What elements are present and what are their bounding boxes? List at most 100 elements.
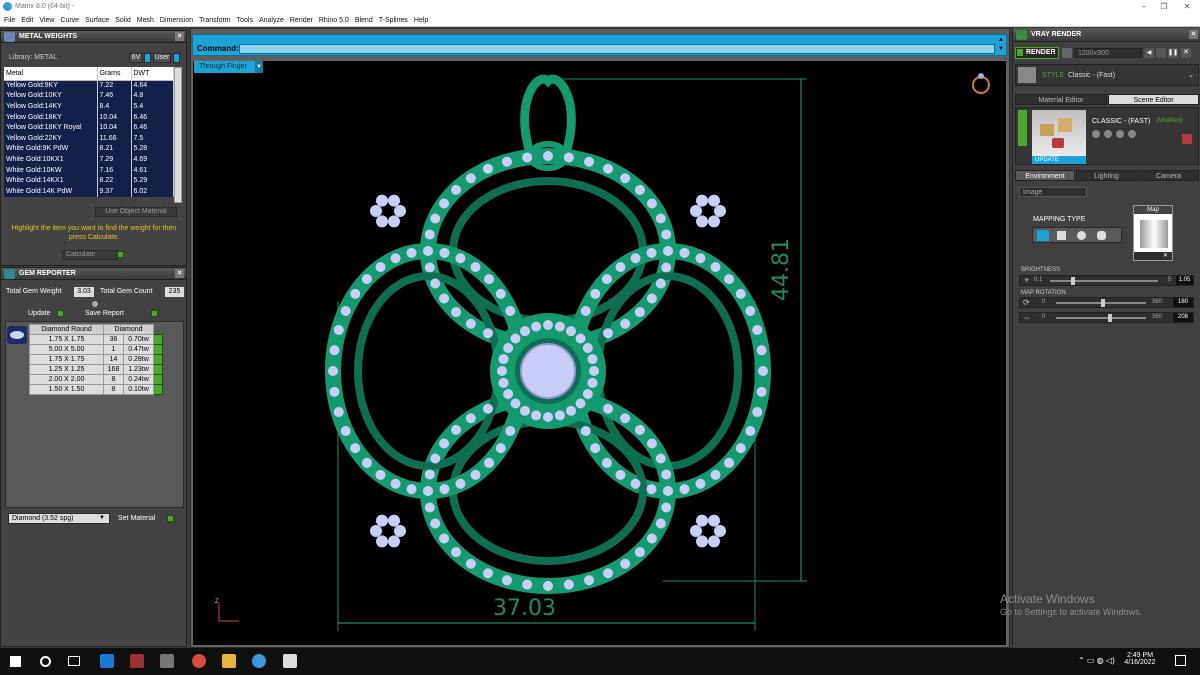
ring-view-icon[interactable]: [969, 71, 993, 95]
resolution-field[interactable]: 1200x900: [1074, 48, 1142, 58]
matrix-app-icon[interactable]: [252, 654, 266, 668]
table-row[interactable]: White Gold:14KX1 8.22 5.29: [4, 175, 174, 186]
preset-action-icon[interactable]: [1092, 130, 1100, 138]
menu-tsplines[interactable]: T-Splines: [376, 14, 411, 27]
table-row[interactable]: White Gold:10KW 7.16 4.61: [4, 164, 174, 176]
menu-dimension[interactable]: Dimension: [157, 14, 196, 27]
environment-select[interactable]: Image: [1019, 187, 1087, 197]
close-button[interactable]: ✕: [1175, 0, 1199, 14]
menu-transform[interactable]: Transform: [196, 14, 234, 27]
pause-icon[interactable]: ❚❚: [1168, 48, 1178, 58]
mapping-plane-icon[interactable]: [1037, 230, 1049, 241]
table-row[interactable]: 1.25 X 1.25 168 1.23tw: [29, 364, 163, 375]
preset-action-icon[interactable]: [1116, 130, 1124, 138]
table-row[interactable]: 1.75 X 1.75 36 0.70tw: [29, 334, 163, 345]
tab-camera[interactable]: Camera: [1138, 170, 1199, 181]
viewport[interactable]: Through Finger ▼ 37.03 44.81 Z: [192, 60, 1007, 646]
brightness-slider[interactable]: ☀ 0.1 5 1.05: [1019, 275, 1194, 286]
preset-toggle-icon[interactable]: [1018, 110, 1027, 146]
app-icon[interactable]: [160, 654, 174, 668]
tab-material-editor[interactable]: Material Editor: [1015, 94, 1107, 105]
render-window-icon[interactable]: [1156, 48, 1166, 58]
menu-solid[interactable]: Solid: [112, 14, 134, 27]
chevron-down-icon[interactable]: ▼: [255, 61, 263, 73]
menu-file[interactable]: File: [0, 14, 18, 27]
menu-render[interactable]: Render: [287, 14, 316, 27]
stop-icon[interactable]: ✕: [1181, 48, 1191, 58]
calculate-button[interactable]: Calculate: [62, 250, 118, 260]
table-row[interactable]: Yellow Gold:18KY 10.04 6.46: [4, 111, 174, 123]
style-row[interactable]: STYLE Classic - (Fast) ⌄: [1015, 64, 1199, 86]
slider-knob[interactable]: [1070, 277, 1075, 285]
table-row[interactable]: Yellow Gold:9KY 7.22 4.64: [4, 80, 174, 91]
gem-type-select[interactable]: Diamond (3.52 spg): [8, 513, 110, 524]
edge-icon[interactable]: [100, 654, 114, 668]
prev-icon[interactable]: ◀: [1144, 48, 1154, 58]
windows-start-icon[interactable]: [10, 656, 21, 667]
table-row[interactable]: 2.00 X 2.00 8 0.24tw: [29, 374, 163, 385]
rotation-slider-1[interactable]: ⟳ 0 360 180: [1019, 297, 1194, 308]
mapping-sphere-icon[interactable]: [1077, 231, 1086, 240]
maximize-button[interactable]: ❐: [1152, 0, 1176, 14]
folder-icon[interactable]: [222, 654, 236, 668]
menu-blend[interactable]: Blend: [352, 14, 376, 27]
menu-curve[interactable]: Curve: [57, 14, 82, 27]
task-view-icon[interactable]: [68, 656, 80, 666]
splitter-handle-icon[interactable]: [92, 301, 98, 307]
menu-analyze[interactable]: Analyze: [256, 14, 287, 27]
save-report-button[interactable]: Save Report: [85, 310, 124, 317]
menu-rhino[interactable]: Rhino 5.0: [316, 14, 352, 27]
slider-knob[interactable]: [1101, 299, 1105, 307]
use-object-material-button[interactable]: Use Object Material: [95, 207, 177, 217]
library-toggle-icon[interactable]: [144, 53, 151, 63]
table-row[interactable]: White Gold:14K PdW 9.37 6.02: [4, 185, 174, 197]
table-row[interactable]: 1.75 X 1.75 14 0.28tw: [29, 354, 163, 365]
toggle-user[interactable]: User: [153, 53, 171, 63]
app-icon[interactable]: [283, 654, 297, 668]
chrome-icon[interactable]: [192, 654, 206, 668]
table-row[interactable]: 1.50 X 1.50 8 0.10tw: [29, 384, 163, 395]
mapping-cube-icon[interactable]: [1057, 231, 1066, 240]
menu-help[interactable]: Help: [411, 14, 431, 27]
save-report-go-icon[interactable]: [151, 310, 158, 317]
tab-scene-editor[interactable]: Scene Editor: [1108, 94, 1199, 105]
view-mode-select[interactable]: Through Finger: [194, 61, 262, 73]
set-material-button[interactable]: Set Material: [118, 515, 155, 522]
command-input[interactable]: [239, 44, 995, 54]
menu-tools[interactable]: Tools: [234, 14, 256, 27]
gem-reporter-close-icon[interactable]: ×: [175, 269, 184, 278]
table-row[interactable]: Yellow Gold:22KY 11.66 7.5: [4, 132, 174, 144]
metal-table-scrollbar[interactable]: [174, 67, 182, 203]
preset-action-icon[interactable]: [1128, 130, 1136, 138]
update-button[interactable]: Update: [28, 310, 51, 317]
metal-weights-close-icon[interactable]: ×: [175, 32, 184, 41]
tab-environment[interactable]: Environment: [1015, 170, 1075, 181]
menu-edit[interactable]: Edit: [18, 14, 36, 27]
toggle-6v[interactable]: 6V: [129, 53, 143, 63]
table-row[interactable]: 5.00 X 5.00 1 0.47tw: [29, 344, 163, 355]
clock[interactable]: 2:49 PM 4/16/2022: [1118, 652, 1162, 666]
slider-knob[interactable]: [1108, 314, 1112, 322]
preset-reset-icon[interactable]: [1182, 134, 1192, 144]
menu-mesh[interactable]: Mesh: [134, 14, 157, 27]
table-row[interactable]: White Gold:9K PdW 8.21 5.28: [4, 143, 174, 155]
resolution-icon[interactable]: [1062, 48, 1072, 58]
rotation-slider-2[interactable]: ⇔ 0 360 208: [1019, 312, 1194, 323]
table-row[interactable]: Yellow Gold:14KY 8.4 5.4: [4, 101, 174, 112]
update-button[interactable]: UPDATE: [1032, 156, 1086, 164]
menu-view[interactable]: View: [36, 14, 57, 27]
calculate-go-icon[interactable]: [117, 251, 124, 258]
app-icon[interactable]: [130, 654, 144, 668]
map-preview[interactable]: Map ✕: [1133, 205, 1173, 261]
table-row[interactable]: Yellow Gold:18KY Royal 10.04 6.46: [4, 122, 174, 133]
set-material-go-icon[interactable]: [167, 515, 174, 522]
map-clear-icon[interactable]: ✕: [1134, 252, 1172, 260]
notification-icon[interactable]: [1175, 655, 1186, 666]
preset-action-icon[interactable]: [1104, 130, 1112, 138]
search-icon[interactable]: [40, 656, 51, 667]
table-row[interactable]: Yellow Gold:10KY 7.46 4.8: [4, 90, 174, 102]
user-toggle-icon[interactable]: [173, 53, 180, 63]
menu-surface[interactable]: Surface: [82, 14, 112, 27]
mapping-dome-icon[interactable]: [1097, 231, 1106, 240]
command-scroll-icon[interactable]: ▲ ▼: [998, 36, 1004, 54]
